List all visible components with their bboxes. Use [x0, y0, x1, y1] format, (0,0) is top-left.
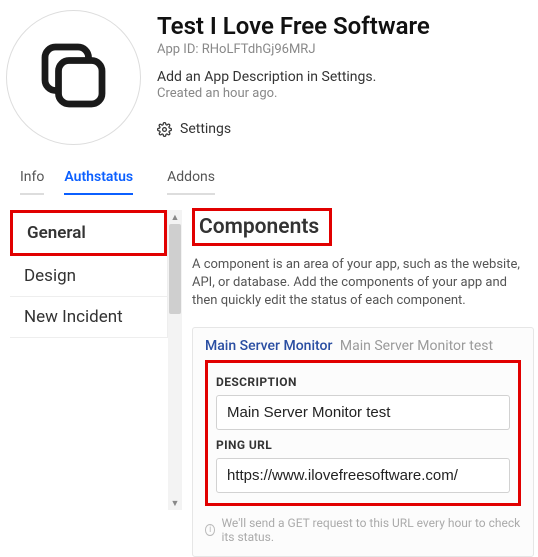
component-card: Main Server Monitor Main Server Monitor … [192, 327, 534, 557]
ping-url-hint-text: We'll send a GET request to this URL eve… [221, 516, 521, 544]
sidebar-item-general[interactable]: General [10, 210, 167, 256]
settings-label: Settings [180, 121, 231, 137]
app-logo-circle [6, 10, 141, 145]
scroll-up-icon[interactable]: ▲ [168, 210, 182, 224]
gear-icon [157, 122, 172, 137]
app-title: Test I Love Free Software [157, 12, 430, 40]
section-title-components: Components [192, 208, 332, 246]
scroll-thumb[interactable] [169, 224, 181, 314]
sidebar-item-design[interactable]: Design [10, 256, 167, 297]
app-header: Test I Love Free Software App ID: RHoLFT… [0, 0, 538, 145]
header-info: Test I Love Free Software App ID: RHoLFT… [157, 10, 430, 145]
scroll-down-icon[interactable]: ▼ [168, 496, 182, 510]
tab-authstatus[interactable]: Authstatus [64, 163, 133, 195]
component-subtitle: Main Server Monitor test [340, 338, 493, 354]
tab-info[interactable]: Info [20, 163, 44, 195]
component-header: Main Server Monitor Main Server Monitor … [205, 338, 521, 354]
app-id-line: App ID: RHoLFTdhGj96MRJ [157, 42, 430, 57]
component-fields-group: DESCRIPTION PING URL [205, 360, 521, 506]
info-icon: i [205, 524, 215, 536]
scrollbar[interactable]: ▲ ▼ [168, 210, 182, 510]
sidebar-item-new-incident[interactable]: New Incident [10, 297, 167, 338]
main-panel: Components A component is an area of you… [182, 196, 538, 557]
body-row: General Design New Incident ▲ ▼ Componen… [0, 196, 538, 557]
sidebar: General Design New Incident [0, 196, 168, 557]
settings-link[interactable]: Settings [157, 121, 231, 137]
tab-addons[interactable]: Addons [167, 163, 215, 195]
ping-url-hint: i We'll send a GET request to this URL e… [205, 516, 521, 544]
app-description-prompt: Add an App Description in Settings. [157, 69, 430, 85]
pingurl-field-label: PING URL [216, 438, 510, 452]
section-description: A component is an area of your app, such… [192, 256, 534, 311]
app-logo-icon [36, 38, 111, 117]
description-input[interactable] [216, 395, 510, 430]
description-field-label: DESCRIPTION [216, 375, 510, 389]
main-tabs: Info Authstatus Addons [0, 153, 538, 196]
component-name[interactable]: Main Server Monitor [205, 338, 332, 354]
pingurl-input[interactable] [216, 458, 510, 493]
app-created-line: Created an hour ago. [157, 86, 430, 101]
